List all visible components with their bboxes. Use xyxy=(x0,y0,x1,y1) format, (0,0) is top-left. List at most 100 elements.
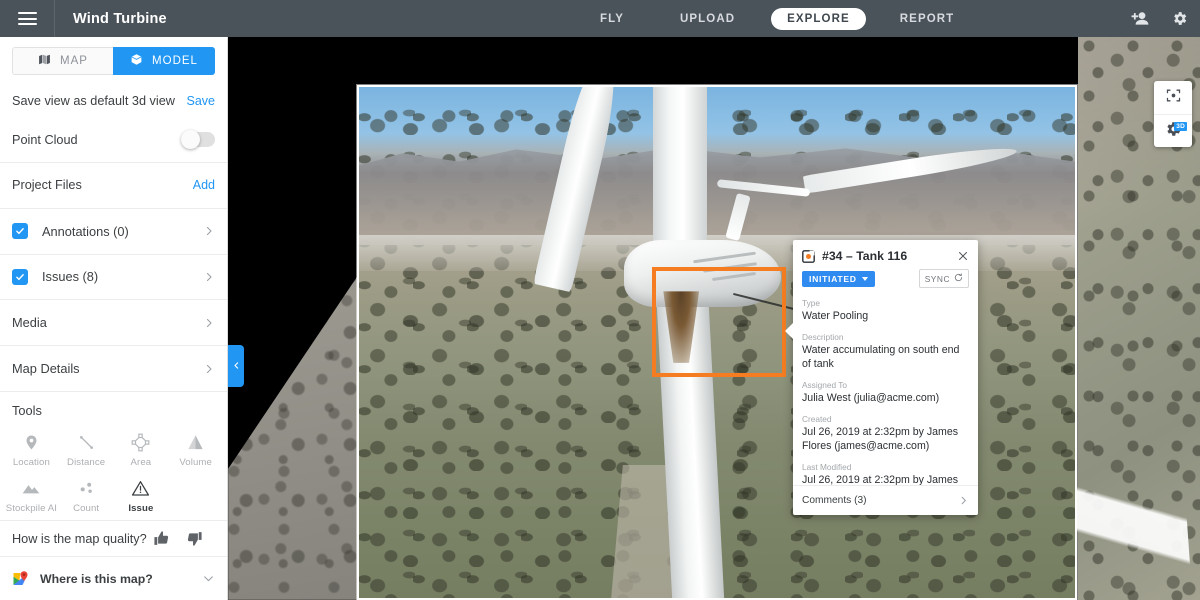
toggle-model-label: MODEL xyxy=(152,55,198,67)
tools-grid: Location Distance xyxy=(0,420,227,520)
issue-detail-card: #34 – Tank 116 INITIATED SYNC Type xyxy=(793,240,978,515)
view-mode-toggle: MAP MODEL xyxy=(0,37,227,84)
tool-placeholder xyxy=(168,468,223,514)
reset-view-button[interactable] xyxy=(1154,81,1192,114)
badge-3d: 3D xyxy=(1174,122,1187,131)
toggle-model-button[interactable]: MODEL xyxy=(113,47,215,75)
where-is-this-map-row[interactable]: Where is this map? xyxy=(0,557,227,600)
toolbar-divider xyxy=(54,0,55,37)
field-created-value: Jul 26, 2019 at 2:32pm by James Flores (… xyxy=(802,426,969,454)
add-project-file-link[interactable]: Add xyxy=(193,178,215,192)
toggle-map-button[interactable]: MAP xyxy=(12,47,113,75)
tool-issue[interactable]: Issue xyxy=(114,468,169,514)
section-row-media[interactable]: Media xyxy=(0,300,227,346)
top-right-actions xyxy=(1131,0,1188,37)
app-root: Wind Turbine FLY UPLOAD EXPLORE REPORT xyxy=(0,0,1200,600)
model-viewport[interactable]: 3D xyxy=(228,37,1200,600)
chevron-right-icon[interactable] xyxy=(203,363,215,375)
chevron-right-icon[interactable] xyxy=(203,271,215,283)
nav-tab-upload[interactable]: UPLOAD xyxy=(666,8,749,30)
main-nav: FLY UPLOAD EXPLORE REPORT xyxy=(586,0,968,37)
polygon-icon xyxy=(131,430,150,454)
focus-reticle-icon xyxy=(1165,87,1182,109)
viewport-controls: 3D xyxy=(1154,81,1192,147)
project-files-row: Project Files Add xyxy=(0,163,227,208)
field-description: Description Water accumulating on south … xyxy=(802,332,969,372)
map-icon xyxy=(38,53,51,69)
tool-distance-label: Distance xyxy=(67,457,105,468)
field-description-key: Description xyxy=(802,332,969,342)
where-is-this-map-label: Where is this map? xyxy=(40,572,192,586)
chevron-down-icon[interactable] xyxy=(202,572,215,585)
tool-location[interactable]: Location xyxy=(4,422,59,468)
chevron-right-icon[interactable] xyxy=(958,495,969,506)
issues-checkbox[interactable] xyxy=(12,269,28,285)
chevron-right-icon[interactable] xyxy=(203,317,215,329)
view-settings-button[interactable]: 3D xyxy=(1154,114,1192,147)
thumbs-down-icon[interactable] xyxy=(186,530,203,547)
annotations-checkbox[interactable] xyxy=(12,223,28,239)
turbine-blade-right xyxy=(803,142,1018,194)
field-last-modified: Last Modified Jul 26, 2019 at 2:32pm by … xyxy=(802,462,969,485)
tool-area[interactable]: Area xyxy=(114,422,169,468)
project-title: Wind Turbine xyxy=(73,11,167,27)
tool-location-label: Location xyxy=(13,457,50,468)
tool-volume[interactable]: Volume xyxy=(168,422,223,468)
left-sidebar: MAP MODEL Save view as default 3d view S… xyxy=(0,37,228,600)
sync-button[interactable]: SYNC xyxy=(919,269,969,288)
field-type-value: Water Pooling xyxy=(802,310,969,324)
tool-issue-label: Issue xyxy=(128,503,153,514)
cube-icon xyxy=(130,53,143,69)
sidebar-collapse-handle[interactable] xyxy=(228,345,244,387)
chevron-left-icon xyxy=(232,357,241,375)
mountain-icon xyxy=(21,476,41,500)
hamburger-menu-button[interactable] xyxy=(0,0,54,37)
save-default-view-label: Save view as default 3d view xyxy=(12,94,175,108)
thumbs-up-icon[interactable] xyxy=(153,530,170,547)
chevron-right-icon[interactable] xyxy=(203,225,215,237)
annotations-label: Annotations (0) xyxy=(42,224,203,239)
layer-row-issues[interactable]: Issues (8) xyxy=(0,255,227,301)
hamburger-icon xyxy=(18,9,37,29)
add-person-icon[interactable] xyxy=(1131,11,1151,27)
card-fields: Type Water Pooling Description Water acc… xyxy=(793,288,978,485)
field-created-key: Created xyxy=(802,414,969,424)
refresh-icon xyxy=(954,273,963,284)
nav-tab-explore[interactable]: EXPLORE xyxy=(771,8,866,30)
nav-tab-fly[interactable]: FLY xyxy=(586,8,638,30)
status-badge[interactable]: INITIATED xyxy=(802,271,875,287)
point-cloud-toggle[interactable] xyxy=(181,132,215,147)
nav-tab-report[interactable]: REPORT xyxy=(886,8,969,30)
card-header: #34 – Tank 116 xyxy=(793,240,978,263)
status-badge-label: INITIATED xyxy=(809,274,857,284)
gear-icon[interactable] xyxy=(1171,10,1188,27)
turbine-blade-far xyxy=(717,179,810,197)
chevron-down-icon xyxy=(862,277,868,281)
map-quality-row: How is the map quality? xyxy=(0,520,227,557)
tools-heading: Tools xyxy=(0,392,227,420)
point-cloud-label: Point Cloud xyxy=(12,133,78,147)
field-description-value: Water accumulating on south end of tank xyxy=(802,344,969,372)
map-pin-icon xyxy=(23,430,40,454)
issue-bounding-box[interactable] xyxy=(652,267,786,377)
save-view-link[interactable]: Save xyxy=(187,94,216,108)
issues-label: Issues (8) xyxy=(42,269,203,284)
tool-stockpile-ai[interactable]: Stockpile AI xyxy=(4,468,59,514)
tool-area-label: Area xyxy=(131,457,152,468)
close-icon[interactable] xyxy=(957,250,969,262)
field-last-modified-value: Jul 26, 2019 at 2:32pm by James Flores (… xyxy=(802,474,969,485)
dots-count-icon xyxy=(77,476,96,500)
comments-row[interactable]: Comments (3) xyxy=(793,485,978,515)
card-pointer xyxy=(785,322,794,340)
section-row-map-details[interactable]: Map Details xyxy=(0,346,227,392)
tool-distance[interactable]: Distance xyxy=(59,422,114,468)
field-created: Created Jul 26, 2019 at 2:32pm by James … xyxy=(802,414,969,454)
toggle-map-label: MAP xyxy=(60,55,88,67)
terrain-model-left xyxy=(228,132,360,600)
layer-row-annotations[interactable]: Annotations (0) xyxy=(0,209,227,255)
card-status-row: INITIATED SYNC xyxy=(793,263,978,288)
map-quality-actions xyxy=(153,530,215,547)
field-assigned-to: Assigned To Julia West (julia@acme.com) xyxy=(802,380,969,406)
tool-count[interactable]: Count xyxy=(59,468,114,514)
map-quality-label: How is the map quality? xyxy=(12,532,147,546)
